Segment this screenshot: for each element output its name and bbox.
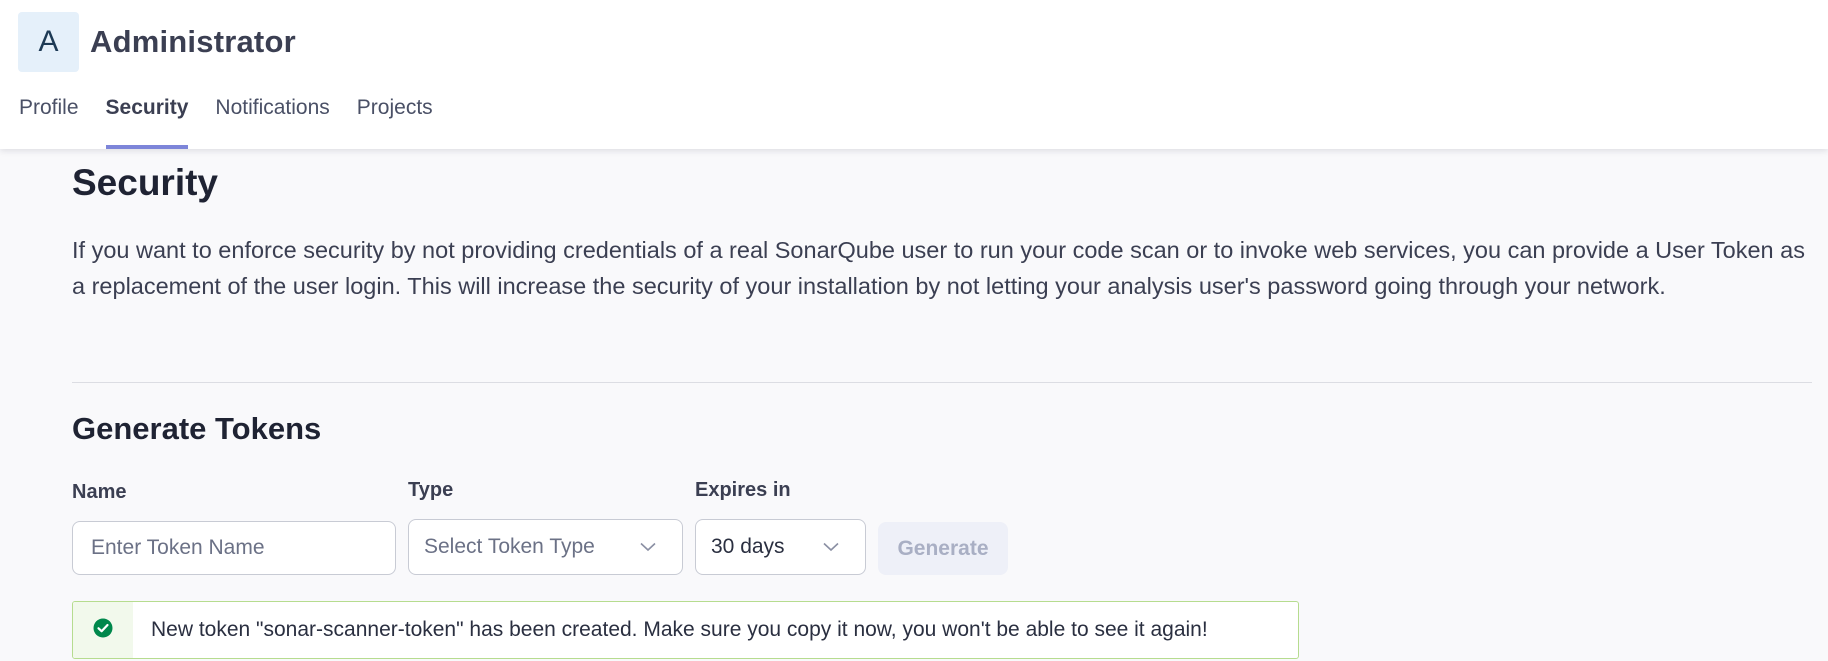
- section-divider: [72, 382, 1812, 383]
- expires-select[interactable]: 30 days: [695, 519, 866, 575]
- chevron-down-icon: [640, 542, 656, 552]
- tab-profile[interactable]: Profile: [19, 96, 79, 149]
- user-summary: A Administrator: [18, 12, 296, 72]
- token-name-input[interactable]: [91, 536, 395, 560]
- expires-label: Expires in: [695, 479, 791, 501]
- token-type-label: Type: [408, 479, 454, 501]
- banner-message: New token "sonar-scanner-token" has been…: [151, 618, 1208, 641]
- token-type-value: Select Token Type: [424, 535, 595, 558]
- tab-security[interactable]: Security: [105, 96, 188, 149]
- chevron-down-icon: [823, 542, 839, 552]
- security-page: Security If you want to enforce security…: [72, 149, 1812, 659]
- token-type-select[interactable]: Select Token Type: [408, 519, 683, 575]
- security-description: If you want to enforce security by not p…: [72, 237, 1805, 299]
- generate-tokens-title: Generate Tokens: [72, 411, 322, 446]
- page-title: Security: [72, 162, 219, 203]
- tab-projects[interactable]: Projects: [357, 96, 433, 149]
- account-tabs: Profile Security Notifications Projects: [19, 96, 460, 149]
- banner-icon-area: [73, 602, 133, 658]
- token-name-label: Name: [72, 481, 127, 503]
- avatar: A: [18, 12, 79, 72]
- check-circle-icon: [93, 618, 113, 643]
- expires-value: 30 days: [711, 535, 785, 558]
- page-header: A Administrator Profile Security Notific…: [0, 0, 1828, 149]
- user-name: Administrator: [90, 24, 296, 59]
- tab-notifications[interactable]: Notifications: [215, 96, 329, 149]
- token-name-field[interactable]: [72, 521, 396, 575]
- success-banner: New token "sonar-scanner-token" has been…: [72, 601, 1299, 659]
- generate-button[interactable]: Generate: [878, 522, 1008, 575]
